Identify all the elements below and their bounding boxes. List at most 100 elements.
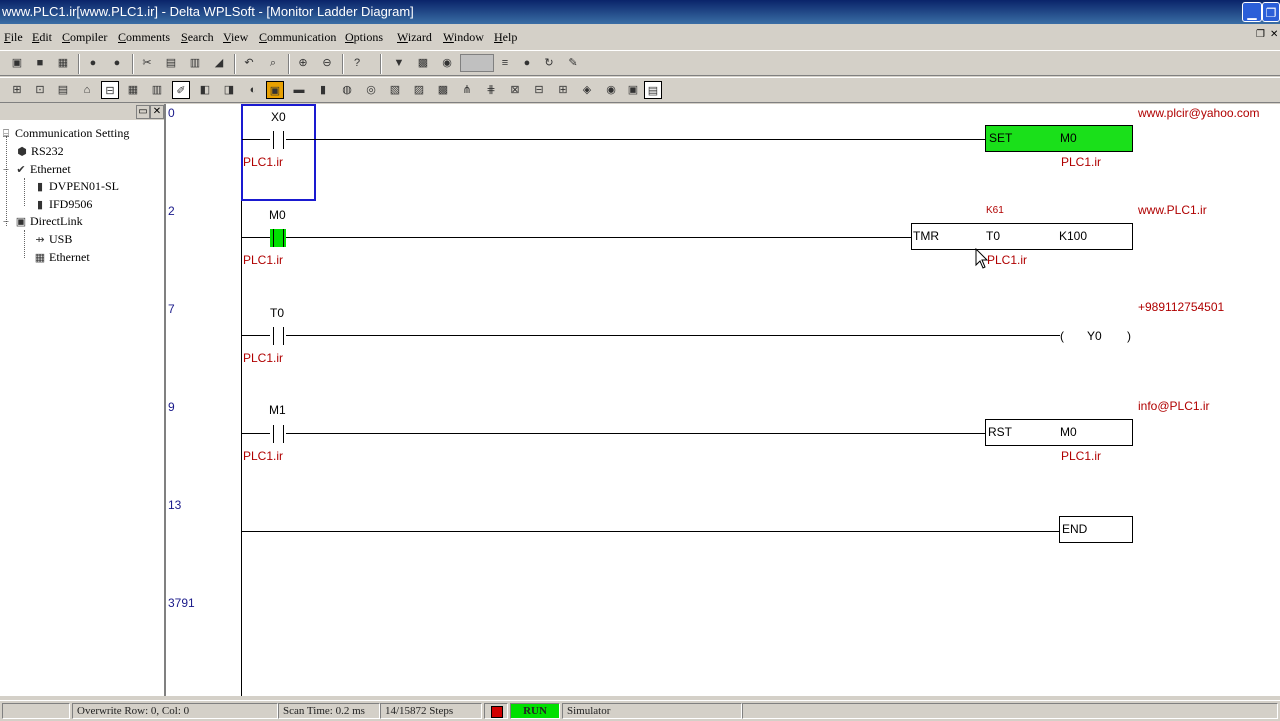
help-icon[interactable]: ?	[348, 54, 366, 72]
contact-label: T0	[270, 306, 285, 320]
copy-icon[interactable]: ▤	[162, 54, 180, 72]
grid-icon[interactable]: ▦	[124, 81, 142, 99]
step-number: 3791	[168, 596, 195, 610]
instruction-name: END	[1062, 522, 1088, 536]
monitor-toggle-icon[interactable]: ▤	[644, 81, 662, 99]
menu-window[interactable]: Window	[443, 30, 484, 45]
contact-t0[interactable]	[270, 327, 286, 345]
ladder-diagram[interactable]: 0 2 7 9 13 3791 X0 PLC1.ir SET M0 PLC1.i…	[166, 104, 1280, 696]
edit-mode-icon[interactable]: ✐	[172, 81, 190, 99]
ladder-view-icon[interactable]: ⊟	[101, 81, 119, 99]
tree-usb[interactable]: ⇸ USB	[34, 232, 72, 247]
window-title: www.PLC1.ir[www.PLC1.ir] - Delta WPLSoft…	[2, 4, 414, 19]
coil-icon[interactable]: ◐	[244, 81, 262, 99]
block6-icon[interactable]: ▣	[624, 81, 642, 99]
menu-compiler[interactable]: Compiler	[62, 30, 107, 45]
contact-m1[interactable]	[270, 425, 286, 443]
block3-icon[interactable]: ⊞	[554, 81, 572, 99]
zoom-out-icon[interactable]: ⊖	[318, 54, 336, 72]
menu-close-icon[interactable]: ✕	[1270, 29, 1278, 40]
contact-x0[interactable]	[270, 131, 286, 149]
home-icon[interactable]: ⌂	[78, 81, 96, 99]
coil-y0[interactable]: Y0	[1087, 329, 1102, 343]
rising-edge-icon[interactable]: ◍	[338, 81, 356, 99]
contact-comment: PLC1.ir	[243, 155, 284, 169]
plc-icon[interactable]: ◉	[438, 54, 456, 72]
tree-dvpen01[interactable]: ▮ DVPEN01-SL	[34, 179, 119, 194]
block4-icon[interactable]: ◈	[578, 81, 596, 99]
restore-button[interactable]: ❐	[1262, 2, 1280, 22]
zoom-in-icon[interactable]: ⊕	[294, 54, 312, 72]
hline-icon[interactable]: ▬	[290, 81, 308, 99]
program-indicator-icon[interactable]	[460, 54, 494, 72]
application-icon[interactable]: ▣	[266, 81, 284, 99]
menu-wizard[interactable]: Wizard	[397, 30, 432, 45]
menu-help[interactable]: Help	[494, 30, 517, 45]
tree-ethernet-directlink[interactable]: ▦ Ethernet	[34, 250, 90, 265]
paste-icon[interactable]: ▥	[186, 54, 204, 72]
sfc-mode-icon[interactable]: ⊡	[31, 81, 49, 99]
set-instruction-box[interactable]: SET M0	[985, 125, 1133, 152]
monitor-icon[interactable]: ▼	[390, 54, 408, 72]
save-icon[interactable]: ▦	[54, 54, 72, 72]
collapse-icon[interactable]: −	[0, 164, 12, 176]
tree-directlink[interactable]: − ▣ DirectLink	[0, 214, 83, 229]
insert-row-icon[interactable]: ▨	[410, 81, 428, 99]
table-icon[interactable]: ▥	[148, 81, 166, 99]
menu-communication[interactable]: Communication	[259, 30, 336, 45]
invert-icon[interactable]: ▧	[386, 81, 404, 99]
falling-edge-icon[interactable]: ◎	[362, 81, 380, 99]
wizard-icon[interactable]: ✎	[564, 54, 582, 72]
open-file-icon[interactable]: ■	[31, 54, 49, 72]
list-icon[interactable]: ≡	[496, 54, 514, 72]
coil-close: )	[1127, 329, 1131, 343]
rung-note: info@PLC1.ir	[1138, 399, 1210, 413]
branch-close-icon[interactable]: ⋕	[482, 81, 500, 99]
block-icon[interactable]: ⊠	[506, 81, 524, 99]
menu-comments[interactable]: Comments	[118, 30, 170, 45]
menu-restore-icon[interactable]: ❐	[1256, 29, 1265, 40]
instruction-mode-icon[interactable]: ▤	[54, 81, 72, 99]
new-file-icon[interactable]: ▣	[8, 54, 26, 72]
rs232-icon: ⬢	[17, 146, 27, 158]
connect-icon[interactable]: ●	[84, 54, 102, 72]
status-scan-time: Scan Time: 0.2 ms	[278, 703, 380, 719]
menu-file[interactable]: File	[4, 30, 23, 45]
device-icon: ▮	[36, 199, 44, 211]
panel-pin-icon[interactable]: ▭	[136, 105, 150, 119]
menu-view[interactable]: View	[223, 30, 248, 45]
collapse-icon[interactable]: −	[0, 216, 12, 228]
block2-icon[interactable]: ⊟	[530, 81, 548, 99]
menu-search[interactable]: Search	[181, 30, 214, 45]
disconnect-icon[interactable]: ●	[108, 54, 126, 72]
refresh-icon[interactable]: ↻	[540, 54, 558, 72]
menu-options[interactable]: Options	[345, 30, 383, 45]
find-icon[interactable]: ⌕	[264, 54, 282, 72]
minimize-button[interactable]: ▁	[1242, 2, 1262, 22]
toolbar-ladder: ⊞ ⊡ ▤ ⌂ ⊟ ▦ ▥ ✐ ◧ ◨ ◐ ▣ ▬ ▮ ◍ ◎ ▧ ▨ ▩ ⋔ …	[0, 77, 1280, 103]
branch-icon[interactable]: ⋔	[458, 81, 476, 99]
tree-ifd9506[interactable]: ▮ IFD9506	[34, 197, 92, 212]
tree-ethernet[interactable]: − ✔ Ethernet	[0, 162, 71, 177]
block5-icon[interactable]: ◉	[602, 81, 620, 99]
tree-rs232[interactable]: ⬢ RS232	[16, 144, 64, 159]
panel-close-icon[interactable]: ✕	[150, 105, 164, 119]
contact-m0[interactable]	[270, 229, 286, 247]
step-number: 0	[168, 106, 175, 120]
menu-edit[interactable]: Edit	[32, 30, 52, 45]
delete-row-icon[interactable]: ▩	[434, 81, 452, 99]
tmr-instruction-box[interactable]: TMR T0 K100	[911, 223, 1133, 250]
delete-icon[interactable]: ◢	[210, 54, 228, 72]
contact-nc-icon[interactable]: ◨	[220, 81, 238, 99]
ladder-mode-icon[interactable]: ⊞	[8, 81, 26, 99]
toolbar-standard: ▣ ■ ▦ ● ● ✂ ▤ ▥ ◢ ↶ ⌕ ⊕ ⊖ ? ▼ ▩ ◉ ≡ ● ↻ …	[0, 50, 1280, 76]
undo-icon[interactable]: ↶	[240, 54, 258, 72]
cut-icon[interactable]: ✂	[138, 54, 156, 72]
vline-icon[interactable]: ▮	[314, 81, 332, 99]
stop-icon[interactable]: ●	[518, 54, 536, 72]
device-monitor-icon[interactable]: ▩	[414, 54, 432, 72]
end-instruction-box[interactable]: END	[1059, 516, 1133, 543]
tree-communication-setting[interactable]: ⌸ Communication Setting	[0, 126, 130, 141]
rst-instruction-box[interactable]: RST M0	[985, 419, 1133, 446]
contact-no-icon[interactable]: ◧	[196, 81, 214, 99]
